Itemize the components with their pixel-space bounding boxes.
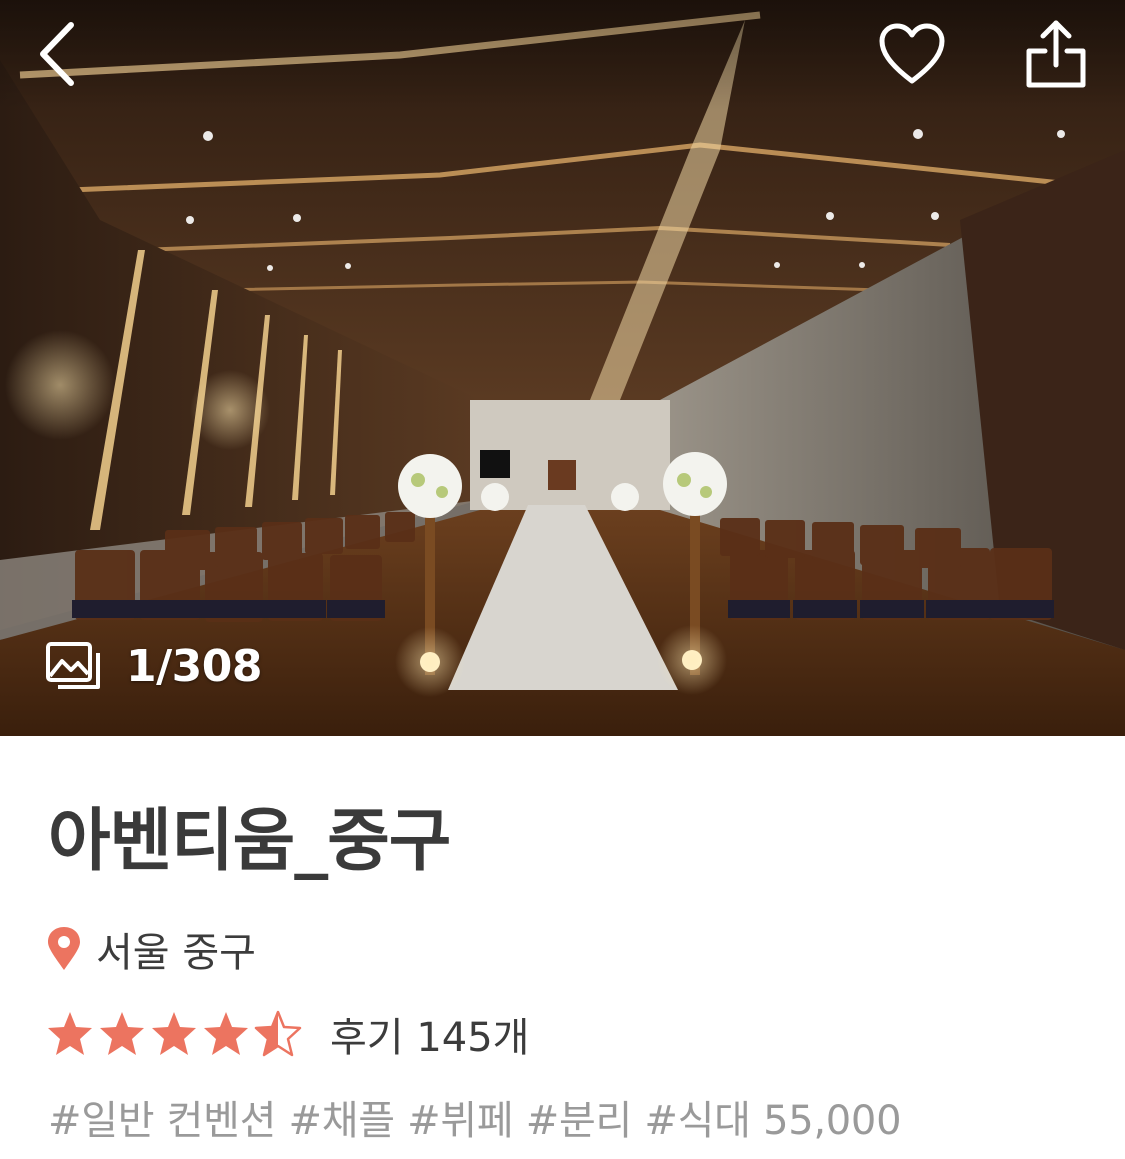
share-button[interactable] <box>1014 12 1098 96</box>
venue-rating[interactable]: 후기 145개 <box>46 1006 529 1062</box>
star-half-icon <box>254 1010 302 1057</box>
star-full-icon <box>204 1012 248 1055</box>
review-count-link[interactable]: 후기 145개 <box>330 1005 529 1063</box>
venue-detail-page: 1/308 아벤티움_중구 서울 중구 후기 145개 #일반 컨벤션 #채플 … <box>0 0 1125 1159</box>
star-full-icon <box>152 1012 196 1055</box>
venue-info-section: 아벤티움_중구 서울 중구 후기 145개 #일반 컨벤션 #채플 #뷔페 #분… <box>0 736 1125 1159</box>
venue-title: 아벤티움_중구 <box>48 802 451 881</box>
share-upload-icon <box>1026 20 1086 88</box>
photo-counter: 1/308 <box>44 636 263 696</box>
venue-hall-photo <box>0 0 1125 736</box>
star-rating <box>46 1010 302 1058</box>
star-full-icon <box>48 1012 92 1055</box>
photo-stack-icon <box>46 642 100 689</box>
venue-photo-gallery[interactable]: 1/308 <box>0 0 1125 736</box>
venue-tags: #일반 컨벤션 #채플 #뷔페 #분리 #식대 55,000 <box>48 1098 902 1144</box>
location-text: 서울 중구 <box>96 930 256 976</box>
like-button[interactable] <box>870 14 954 94</box>
heart-outline-icon <box>879 23 945 84</box>
photo-count-text: 1/308 <box>126 640 263 692</box>
chevron-left-icon <box>40 22 74 86</box>
back-button[interactable] <box>22 14 92 94</box>
venue-location[interactable]: 서울 중구 <box>46 924 256 976</box>
map-pin-icon <box>48 927 80 970</box>
star-full-icon <box>100 1012 144 1055</box>
